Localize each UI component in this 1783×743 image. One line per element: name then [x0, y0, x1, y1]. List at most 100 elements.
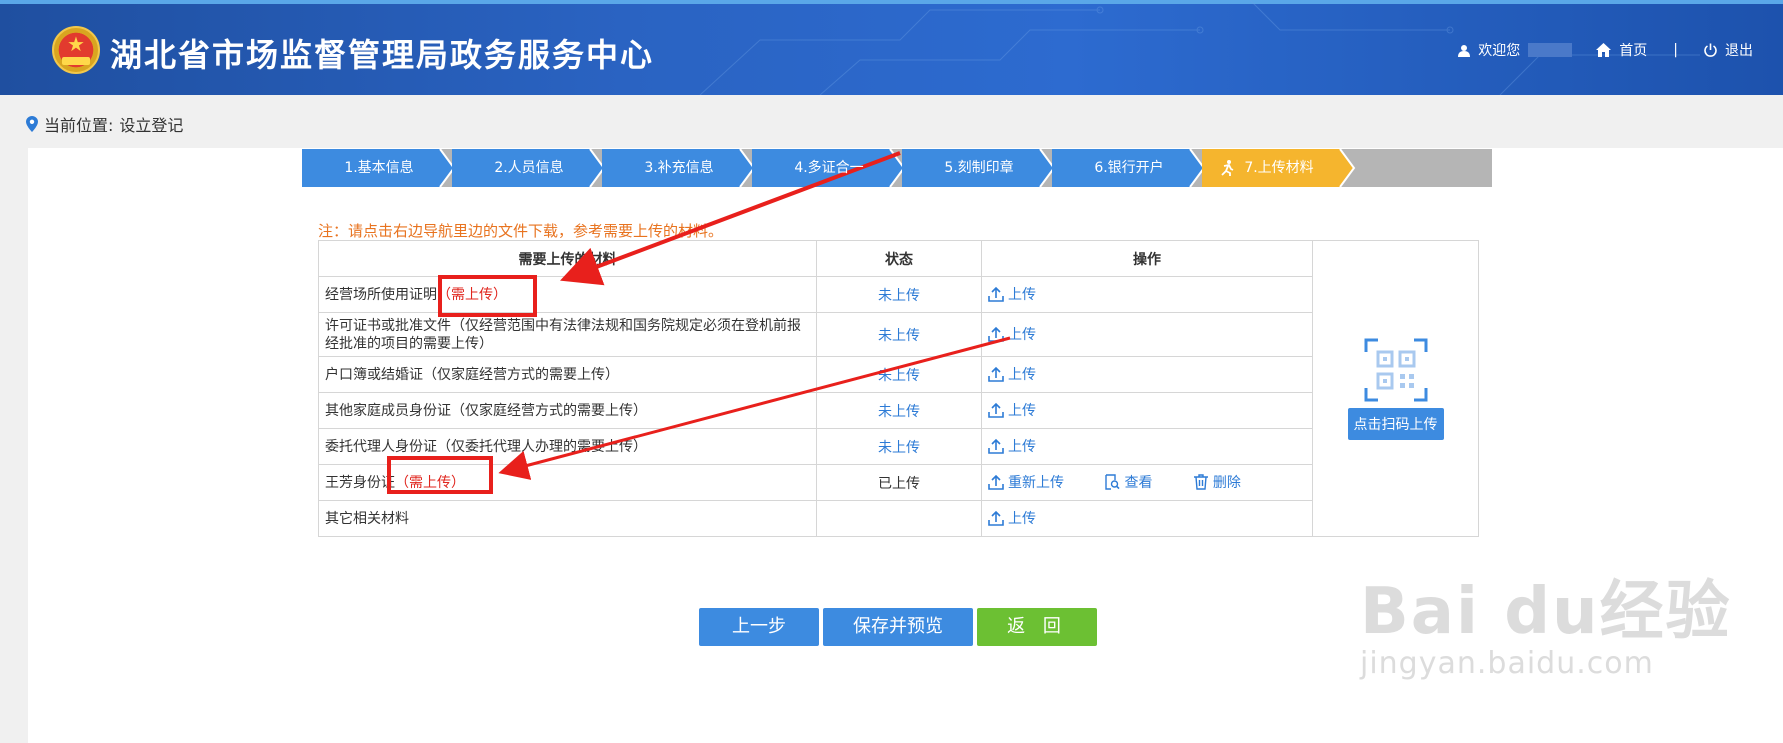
upload-label: 上传 — [1008, 286, 1036, 303]
status-cell: 未上传 — [816, 428, 982, 465]
reupload-button[interactable]: 重新上传 — [988, 472, 1064, 492]
step-label: 5.刻制印章 — [944, 160, 1014, 176]
material-name: 经营场所使用证明 — [325, 286, 437, 303]
user-icon — [1458, 44, 1471, 57]
watermark-logo: Bai du经验 — [1360, 575, 1732, 649]
material-name: 其它相关材料 — [325, 510, 409, 527]
ops-cell: 上传 — [981, 392, 1313, 429]
upload-label: 上传 — [1008, 366, 1036, 383]
upload-button[interactable]: 上传 — [988, 364, 1036, 384]
site-header: ★ 湖北省市场监督管理局政务服务中心 欢迎您 首页 | 退出 — [0, 0, 1783, 95]
upload-icon — [988, 286, 1004, 302]
user-area: 欢迎您 首页 | 退出 — [1458, 40, 1753, 60]
qr-upload-cell: 点击扫码上传 — [1312, 240, 1479, 537]
baidu-watermark: Bai du经验 jingyan.baidu.com — [1360, 560, 1732, 681]
upload-icon — [988, 510, 1004, 526]
step-5[interactable]: 5.刻制印章 — [902, 149, 1056, 187]
upload-button[interactable]: 上传 — [988, 436, 1036, 456]
breadcrumb-current: 设立登记 — [119, 116, 184, 135]
username-masked — [1528, 43, 1573, 57]
table-row: 其他家庭成员身份证（仅家庭经营方式的需要上传） 未上传 上传 — [318, 392, 1479, 429]
breadcrumb-label: 当前位置: — [44, 116, 114, 135]
qr-upload-button[interactable]: 点击扫码上传 — [1347, 407, 1444, 440]
step-6[interactable]: 6.银行开户 — [1052, 149, 1206, 187]
material-name: 其他家庭成员身份证（仅家庭经营方式的需要上传） — [325, 402, 647, 419]
upload-button[interactable]: 上传 — [988, 284, 1036, 304]
status-cell: 已上传 — [816, 464, 982, 501]
status-cell: 未上传 — [816, 312, 982, 357]
material-name-cell: 其他家庭成员身份证（仅家庭经营方式的需要上传） — [318, 392, 817, 429]
upload-label: 上传 — [1008, 402, 1036, 419]
running-person-icon — [1221, 160, 1234, 176]
table-header-row: 需要上传的材料 状态 操作 点击扫码上传 — [318, 240, 1479, 537]
breadcrumb: 当前位置: 设立登记 — [26, 112, 183, 136]
upload-icon — [988, 402, 1004, 418]
upload-label: 上传 — [1008, 438, 1036, 455]
step-label: 7.上传材料 — [1244, 160, 1314, 176]
upload-icon — [988, 326, 1004, 342]
material-name: 户口簿或结婚证（仅家庭经营方式的需要上传） — [325, 366, 619, 383]
step-label: 1.基本信息 — [344, 160, 414, 176]
back-button[interactable]: 返 回 — [977, 608, 1097, 646]
step-2[interactable]: 2.人员信息 — [452, 149, 606, 187]
material-name-cell: 经营场所使用证明（需上传） — [318, 276, 817, 313]
material-name-cell: 许可证书或批准文件（仅经营范围中有法律法规和国务院规定必须在登机前报经批准的项目… — [318, 312, 817, 357]
home-link[interactable]: 首页 — [1619, 40, 1647, 60]
material-name: 王芳身份证 — [325, 474, 395, 491]
step-1[interactable]: 1.基本信息 — [302, 149, 456, 187]
required-highlight-box — [387, 456, 493, 494]
header-separator: | — [1673, 42, 1678, 58]
home-icon[interactable] — [1596, 43, 1612, 57]
upload-label: 上传 — [1008, 510, 1036, 527]
location-pin-icon — [26, 116, 38, 132]
view-button[interactable]: 查看 — [1104, 472, 1152, 492]
ops-cell: 上传 — [981, 276, 1313, 313]
header-material: 需要上传的材料 — [318, 240, 817, 277]
ops-cell: 上传 — [981, 428, 1313, 465]
step-label: 2.人员信息 — [494, 160, 564, 176]
step-label: 6.银行开户 — [1094, 160, 1164, 176]
step-label: 3.补充信息 — [644, 160, 714, 176]
step-3[interactable]: 3.补充信息 — [602, 149, 756, 187]
material-name: 委托代理人身份证（仅委托代理人办理的需要上传） — [325, 438, 647, 455]
upload-icon — [988, 438, 1004, 454]
site-title: 湖北省市场监督管理局政务服务中心 — [110, 36, 655, 74]
reupload-label: 重新上传 — [1008, 474, 1064, 491]
header-status: 状态 — [816, 240, 982, 277]
step-4[interactable]: 4.多证合一 — [752, 149, 906, 187]
ops-cell: 上传 — [981, 312, 1313, 357]
logout-link[interactable]: 退出 — [1725, 40, 1753, 60]
prev-step-button[interactable]: 上一步 — [699, 608, 819, 646]
upload-button[interactable]: 上传 — [988, 400, 1036, 420]
upload-button[interactable]: 上传 — [988, 324, 1036, 344]
upload-icon — [988, 474, 1004, 490]
table-row: 许可证书或批准文件（仅经营范围中有法律法规和国务院规定必须在登机前报经批准的项目… — [318, 312, 1479, 357]
trash-icon — [1193, 473, 1208, 490]
status-cell: 未上传 — [816, 392, 982, 429]
material-name: 许可证书或批准文件（仅经营范围中有法律法规和国务院规定必须在登机前报经批准的项目… — [325, 317, 801, 352]
upload-note: 注：请点击右边导航里边的文件下载，参考需要上传的材料。 — [318, 222, 724, 240]
view-label: 查看 — [1124, 474, 1153, 491]
material-name-cell: 户口簿或结婚证（仅家庭经营方式的需要上传） — [318, 356, 817, 393]
delete-button[interactable]: 删除 — [1193, 472, 1241, 492]
upload-label: 上传 — [1008, 326, 1036, 343]
step-label: 4.多证合一 — [794, 160, 864, 176]
status-cell — [816, 500, 982, 537]
step-7-current[interactable]: 7.上传材料 — [1202, 149, 1356, 187]
welcome-text: 欢迎您 — [1478, 43, 1521, 59]
step-progress-bar: 1.基本信息 2.人员信息 3.补充信息 4.多证合一 5.刻制印章 6.银行开… — [302, 149, 1492, 187]
ops-cell: 上传 — [981, 356, 1313, 393]
power-icon[interactable] — [1704, 43, 1717, 57]
table-row: 户口簿或结婚证（仅家庭经营方式的需要上传） 未上传 上传 — [318, 356, 1479, 393]
delete-label: 删除 — [1212, 474, 1241, 491]
material-name-cell: 其它相关材料 — [318, 500, 817, 537]
status-cell: 未上传 — [816, 276, 982, 313]
ops-cell: 上传 — [981, 500, 1313, 537]
save-preview-button[interactable]: 保存并预览 — [823, 608, 973, 646]
required-highlight-box — [438, 275, 537, 317]
upload-button[interactable]: 上传 — [988, 508, 1036, 528]
national-emblem-icon: ★ — [52, 26, 100, 74]
view-icon — [1105, 473, 1121, 490]
ops-cell: 重新上传 查看 删除 — [981, 464, 1313, 501]
qr-code-icon[interactable] — [1364, 338, 1428, 406]
